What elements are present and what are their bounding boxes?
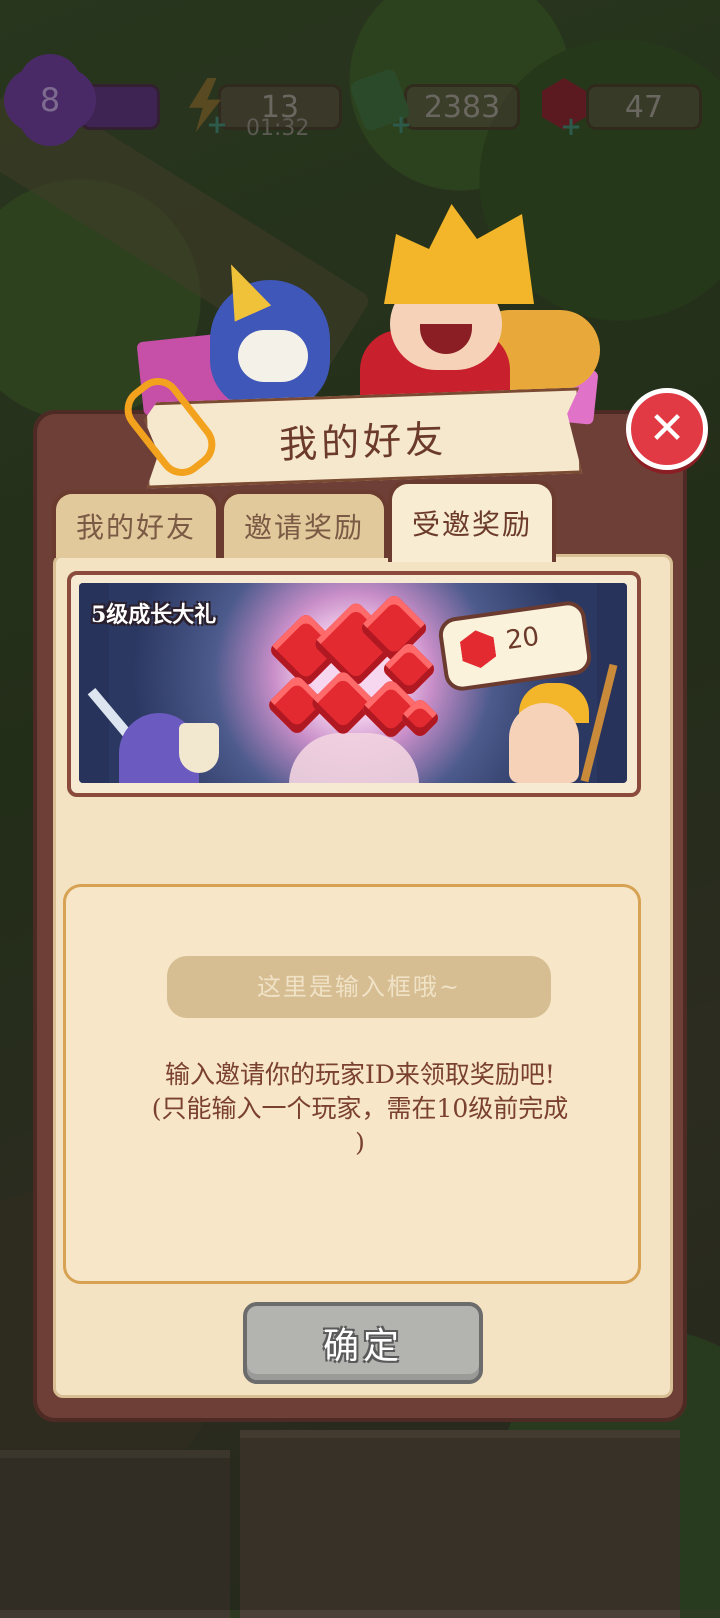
reward-amount: 20 xyxy=(504,621,542,657)
gem-counter[interactable]: + 47 xyxy=(538,78,708,140)
add-gems-icon[interactable]: + xyxy=(560,114,582,140)
banner-label: 5级成长大礼 xyxy=(91,602,217,628)
cash-counter[interactable]: + 2383 xyxy=(348,67,530,138)
tab-invite-rewards[interactable]: 邀请奖励 xyxy=(220,490,388,558)
player-level: 8 xyxy=(39,81,61,119)
hint-line: (只能输入一个玩家，需在10级前完成 xyxy=(151,1094,569,1123)
shield xyxy=(179,723,219,773)
cash-value: 2383 xyxy=(404,84,520,130)
level-badge-icon[interactable]: 8 xyxy=(18,68,82,132)
princess-character xyxy=(509,703,579,783)
reward-banner-art: 20 5级成长大礼 xyxy=(79,583,627,783)
add-energy-icon[interactable]: + xyxy=(206,112,228,138)
hint-line: 输入邀请你的玩家ID来领取奖励吧! xyxy=(165,1060,555,1089)
close-button[interactable]: ✕ xyxy=(626,388,708,470)
hint-line: ) xyxy=(355,1128,365,1157)
close-icon: ✕ xyxy=(648,403,686,454)
reward-bubble: 20 xyxy=(436,599,594,693)
add-cash-icon[interactable]: + xyxy=(390,112,412,138)
energy-timer: 01:32 xyxy=(246,116,310,141)
confirm-button[interactable]: 确定 xyxy=(243,1302,483,1384)
gem-value: 47 xyxy=(586,84,702,130)
invite-id-input[interactable] xyxy=(167,956,551,1018)
tab-my-friends[interactable]: 我的好友 xyxy=(52,490,220,558)
invite-hint: 输入邀请你的玩家ID来领取奖励吧! (只能输入一个玩家，需在10级前完成 ) xyxy=(120,1058,600,1160)
crystal-bowl xyxy=(289,733,419,783)
gem-icon xyxy=(459,628,498,670)
reward-banner: 20 5级成长大礼 xyxy=(67,571,641,797)
tab-invited-rewards[interactable]: 受邀奖励 xyxy=(388,480,556,562)
cat-face xyxy=(238,330,308,382)
